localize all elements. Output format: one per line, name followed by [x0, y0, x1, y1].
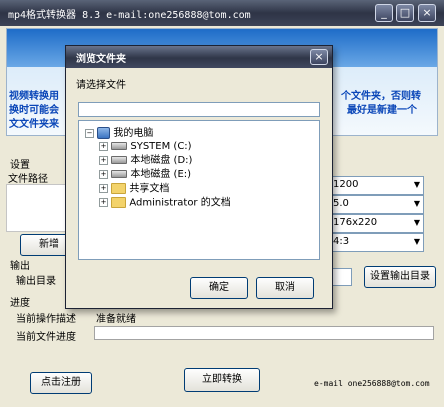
close-button[interactable]: × [418, 4, 436, 22]
output-dir-label: 输出目录 [16, 276, 56, 287]
expand-toggle[interactable]: + [99, 198, 108, 207]
resolution-select-value: 176x220 [333, 217, 378, 228]
bitrate-select-value: 1200 [333, 179, 359, 190]
ok-button[interactable]: 确定 [190, 277, 248, 299]
file-progress-label: 当前文件进度 [16, 332, 76, 343]
banner-text-right-2: 最好是新建一个 [347, 105, 417, 116]
output-dir-field[interactable] [330, 268, 352, 286]
set-output-dir-button[interactable]: 设置输出目录 [364, 266, 436, 288]
output-group-label: 输出 [10, 261, 30, 272]
banner-text-left-3: 文文件夹来 [9, 119, 59, 130]
minimize-button[interactable]: _ [375, 4, 393, 22]
tree-node-label: 我的电脑 [113, 128, 154, 139]
title-bar: mp4格式转换器 8.3 e-mail:one256888@tom.com _ … [0, 0, 444, 26]
tree-node-label: 共享文档 [129, 183, 170, 195]
tree-node-label: SYSTEM (C:) [130, 141, 192, 152]
tree-node-shared-docs[interactable]: + 共享文档 [99, 183, 169, 196]
maximize-button[interactable]: □ [396, 4, 414, 22]
collapse-toggle[interactable]: − [85, 128, 94, 138]
tree-node-label: 本地磁盘 (D:) [130, 155, 193, 166]
framerate-select[interactable]: 5.0 ▼ [328, 195, 424, 214]
dialog-close-button[interactable]: × [310, 49, 328, 65]
folder-tree[interactable]: − 我的电脑 + SYSTEM (C:) + 本地磁盘 (D:) + 本地磁盘 … [78, 120, 320, 260]
framerate-select-value: 5.0 [333, 198, 349, 209]
folder-icon [111, 197, 127, 208]
chevron-down-icon: ▼ [413, 199, 420, 208]
bitrate-select[interactable]: 1200 ▼ [328, 176, 424, 195]
banner-text-left-1: 视频转换用 [9, 91, 59, 102]
file-list[interactable] [6, 184, 66, 232]
computer-icon [97, 127, 111, 139]
tree-node-drive-e[interactable]: + 本地磁盘 (E:) [99, 169, 191, 181]
dialog-prompt: 请选择文件 [76, 80, 126, 91]
tree-node-drive-c[interactable]: + SYSTEM (C:) [99, 141, 192, 153]
folder-icon [111, 183, 127, 194]
tree-node-my-computer[interactable]: − 我的电脑 [85, 127, 153, 140]
file-path-label: 文件路径 [8, 174, 48, 185]
operation-status: 准备就绪 [96, 314, 136, 325]
dialog-title-bar: 浏览文件夹 × [66, 46, 332, 68]
chevron-down-icon: ▼ [413, 218, 420, 227]
aspect-select-value: 4:3 [333, 236, 350, 247]
progress-group-label: 进度 [10, 298, 30, 309]
chevron-down-icon: ▼ [413, 180, 420, 189]
expand-toggle[interactable]: + [99, 141, 108, 151]
tree-node-label: Administrator 的文档 [129, 197, 231, 209]
expand-toggle[interactable]: + [99, 169, 108, 179]
footer-email: e-mail one256888@tom.com [314, 379, 430, 388]
chevron-down-icon: ▼ [413, 237, 420, 246]
expand-toggle[interactable]: + [99, 155, 108, 165]
browse-folder-dialog: 浏览文件夹 × 请选择文件 − 我的电脑 + SYSTEM (C:) + 本地磁… [65, 45, 333, 309]
file-progress-bar [94, 326, 434, 340]
tree-node-admin-docs[interactable]: + Administrator 的文档 [99, 197, 231, 210]
drive-icon [111, 156, 128, 164]
operation-label: 当前操作描述 [16, 314, 76, 325]
settings-group-label: 设置 [10, 160, 30, 171]
drive-icon [111, 142, 128, 150]
convert-button[interactable]: 立即转换 [184, 368, 260, 392]
expand-toggle[interactable]: + [99, 184, 108, 193]
resolution-select[interactable]: 176x220 ▼ [328, 214, 424, 233]
cancel-button[interactable]: 取消 [256, 277, 314, 299]
drive-icon [111, 170, 128, 178]
dialog-path-field[interactable] [78, 102, 320, 117]
register-button[interactable]: 点击注册 [30, 372, 92, 394]
dialog-title: 浏览文件夹 [76, 54, 126, 65]
window-title: mp4格式转换器 8.3 e-mail:one256888@tom.com [8, 10, 251, 21]
banner-text-left-2: 换时可能会 [9, 105, 59, 116]
aspect-select[interactable]: 4:3 ▼ [328, 233, 424, 252]
banner-text-right-1: 个文件夹，否则转 [341, 91, 421, 102]
tree-node-drive-d[interactable]: + 本地磁盘 (D:) [99, 155, 192, 167]
tree-node-label: 本地磁盘 (E:) [130, 169, 192, 180]
